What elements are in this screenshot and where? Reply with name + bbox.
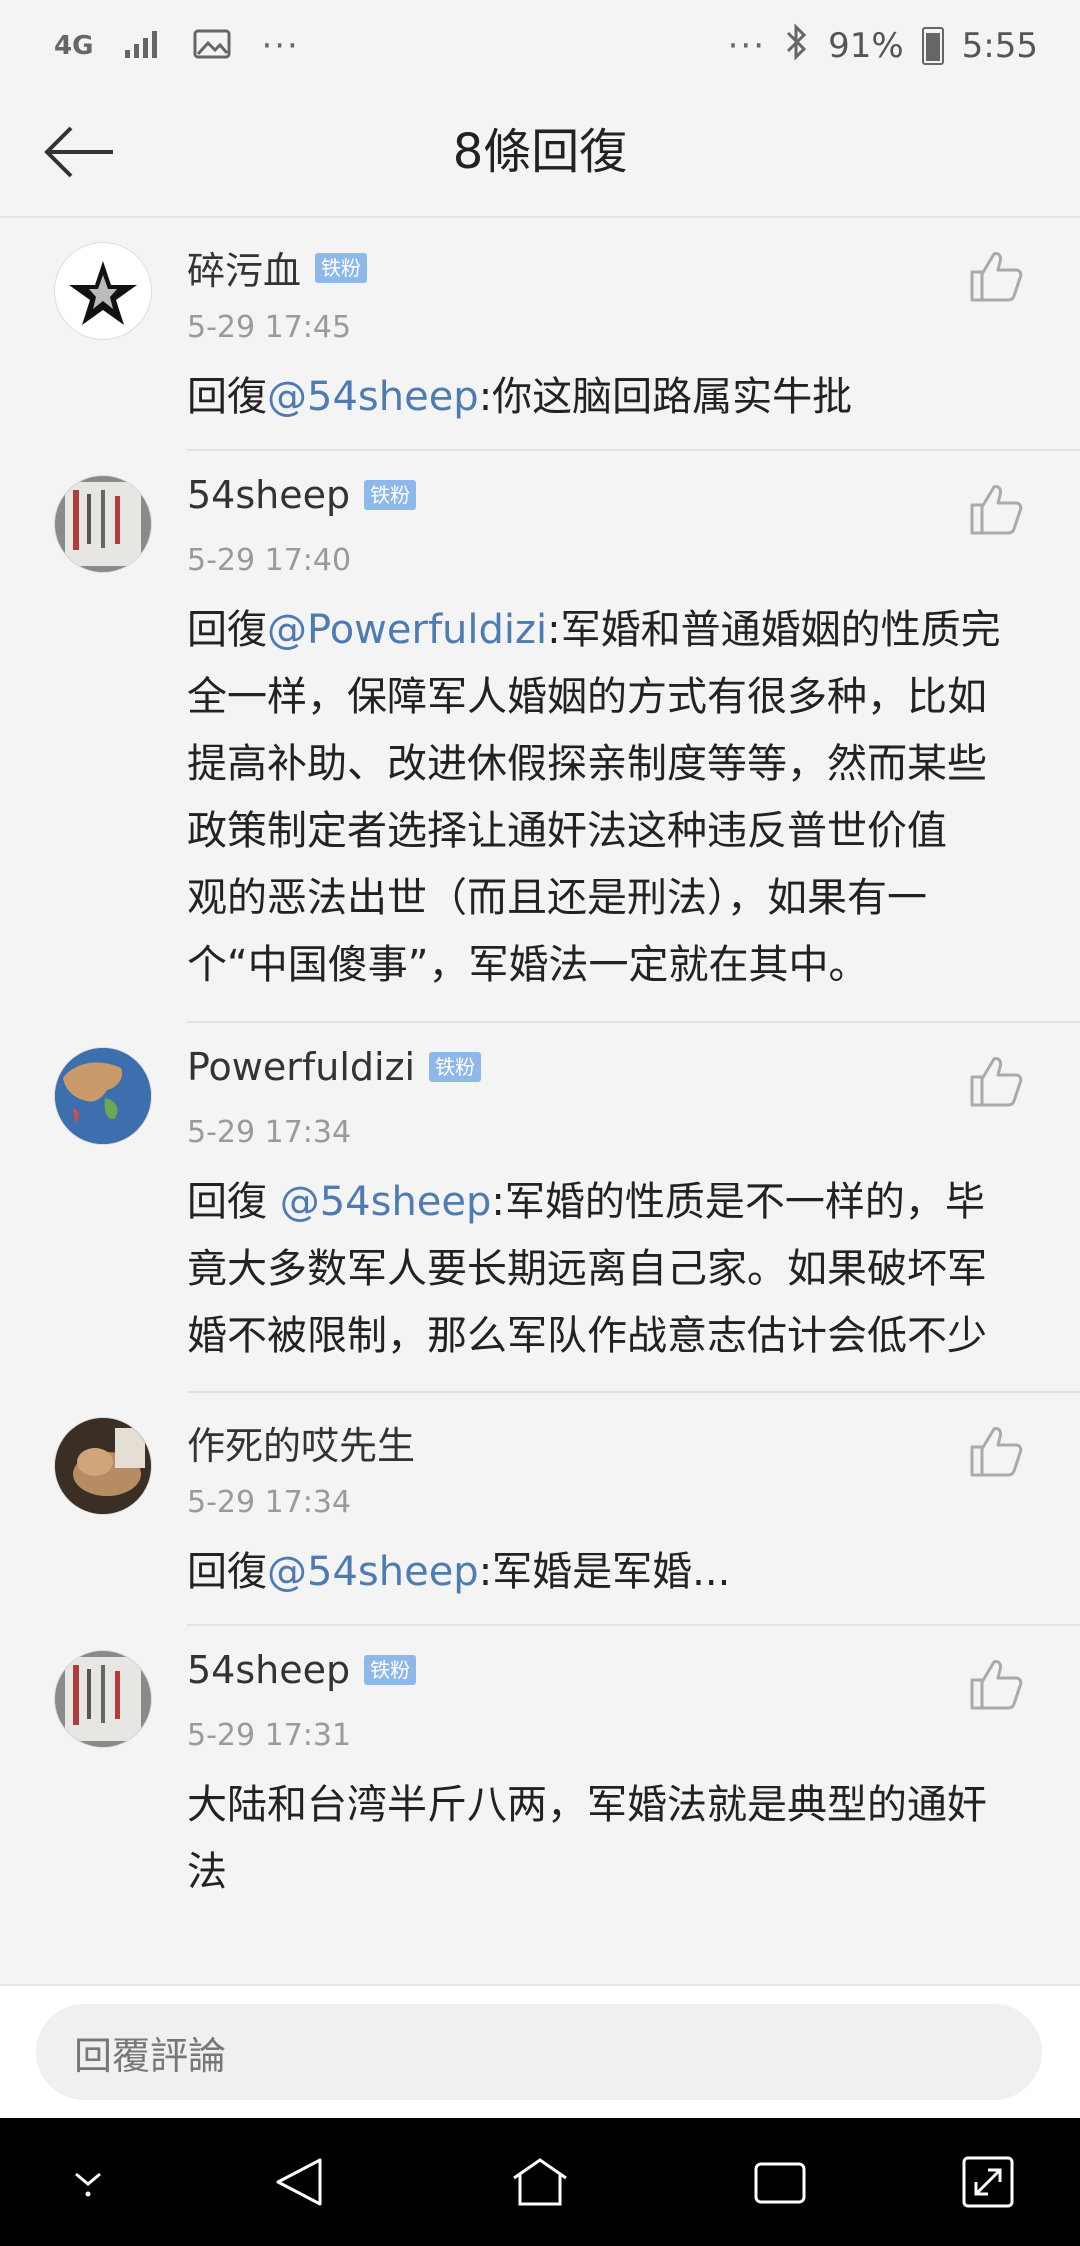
recents-button[interactable]: [748, 2150, 812, 2214]
comment-time: 5-29 17:34: [187, 1485, 352, 1520]
fan-badge: 铁粉: [315, 252, 368, 283]
comment-text: 大陆和台湾半斤八两，军婚法就是典型的通奸 法: [187, 1782, 987, 1895]
clock: 5:55: [961, 26, 1038, 66]
mention-link[interactable]: @Powerfuldizi: [267, 607, 547, 653]
nav-bar: [0, 2118, 1080, 2246]
divider: [187, 1391, 1080, 1393]
comment-time: 5-29 17:40: [187, 543, 352, 578]
header: 8條回復: [0, 88, 1080, 218]
divider: [187, 449, 1080, 451]
avatar[interactable]: [54, 1417, 152, 1515]
thumbs-up-icon: [970, 1660, 1023, 1710]
image-icon: [193, 28, 231, 64]
home-button[interactable]: [508, 2150, 572, 2214]
nav-back-button[interactable]: [268, 2150, 332, 2214]
username[interactable]: 作死的哎先生: [187, 1415, 415, 1470]
username[interactable]: Powerfuldizi: [187, 1045, 415, 1089]
username[interactable]: 54sheep: [187, 473, 350, 517]
divider: [187, 1021, 1080, 1023]
username[interactable]: 54sheep: [187, 1648, 350, 1692]
avatar[interactable]: [54, 242, 152, 340]
comment-text: 回復@Powerfuldizi:军婚和普通婚姻的性质完 全一样，保障军人婚姻的方…: [187, 607, 1001, 988]
network-type: 4G: [54, 31, 94, 61]
collapse-button[interactable]: [56, 2150, 120, 2214]
thumbs-up-icon: [970, 1057, 1023, 1107]
battery-percent: 91%: [828, 26, 904, 66]
avatar[interactable]: [54, 475, 152, 573]
more-status-icon: ···: [727, 26, 767, 66]
comment-text: 回復@54sheep:你这脑回路属实牛批: [187, 374, 853, 420]
reply-bar: 回覆評論: [0, 1984, 1080, 2120]
fan-badge: 铁粉: [429, 1052, 482, 1082]
like-button[interactable]: [968, 481, 1024, 537]
recents-icon: [754, 2162, 806, 2204]
expand-button[interactable]: [956, 2150, 1020, 2214]
avatar[interactable]: [54, 1047, 152, 1145]
comment-time: 5-29 17:34: [187, 1115, 352, 1150]
back-icon: [276, 2158, 322, 2206]
avatar[interactable]: [54, 1650, 152, 1748]
more-icon: ···: [261, 26, 300, 66]
fan-badge: 铁粉: [364, 480, 417, 510]
battery-icon: [921, 27, 944, 65]
comment-time: 5-29 17:31: [187, 1718, 352, 1753]
like-button[interactable]: [968, 1053, 1024, 1109]
mention-link[interactable]: @54sheep: [267, 374, 479, 420]
collapse-icon: [75, 2172, 101, 2197]
comment-text: 回復@54sheep:军婚是军婚...: [187, 1549, 731, 1595]
thumbs-up-icon: [970, 485, 1023, 535]
page-title: 8條回復: [452, 124, 628, 180]
fan-badge: 铁粉: [364, 1655, 417, 1685]
mention-link[interactable]: @54sheep: [280, 1179, 492, 1225]
username[interactable]: 碎污血: [187, 240, 301, 295]
like-button[interactable]: [968, 1656, 1024, 1712]
comment-text: 回復 @54sheep:军婚的性质是不一样的，毕 竟大多数军人要长期远离自己家。…: [187, 1179, 987, 1359]
thumbs-up-icon: [970, 1427, 1023, 1477]
home-icon: [513, 2158, 567, 2206]
status-bar: 4G ··· ··· 91% 5:55: [0, 0, 1080, 88]
like-button[interactable]: [968, 248, 1024, 304]
expand-icon: [962, 2156, 1014, 2208]
signal-icon: [123, 28, 163, 64]
comment-time: 5-29 17:45: [187, 310, 352, 345]
divider: [187, 1624, 1080, 1626]
reply-input[interactable]: 回覆評論: [36, 2004, 1042, 2100]
bluetooth-icon: [784, 22, 810, 70]
mention-link[interactable]: @54sheep: [267, 1549, 479, 1595]
like-button[interactable]: [968, 1423, 1024, 1479]
thumbs-up-icon: [970, 252, 1023, 302]
